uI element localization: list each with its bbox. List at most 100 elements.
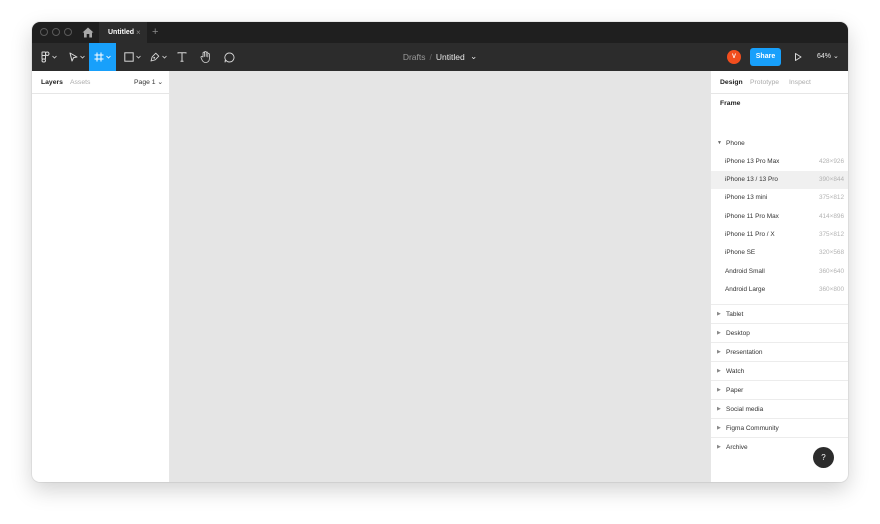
triangle-right-icon: ▶ [717,368,721,374]
tab-inspect[interactable]: Inspect [789,71,811,94]
present-play-icon[interactable] [792,51,804,63]
category-label: Presentation [726,349,763,356]
main-menu-icon [41,51,50,63]
device-size: 428×926 [818,158,844,165]
share-button[interactable]: Share [750,48,781,66]
file-tab-label: Untitled [108,29,135,36]
frame-heading: Frame [720,100,741,107]
category-desktop[interactable]: ▶ Desktop [711,323,848,342]
chevron-down-icon [106,55,111,59]
category-label: Desktop [726,330,750,337]
category-label: Social media [726,406,764,413]
text-icon [177,52,187,62]
home-icon[interactable] [82,27,94,38]
tab-layers[interactable]: Layers [41,71,63,94]
minimize-window-button[interactable] [52,28,60,36]
breadcrumb-separator: / [429,52,432,62]
triangle-right-icon: ▶ [717,444,721,450]
tab-prototype[interactable]: Prototype [750,71,779,94]
triangle-right-icon: ▶ [717,387,721,393]
chevron-down-icon [135,55,141,59]
frame-tool[interactable] [89,43,116,71]
hand-icon [200,51,210,63]
chevron-down-icon [161,55,167,59]
device-name: Android Large [725,286,766,293]
app-window: Untitled × + Drafts / Untitled ⌄ V Share… [32,22,848,482]
main-menu-button[interactable] [37,43,61,71]
move-icon [69,52,78,62]
device-size: 390×844 [818,176,844,183]
design-panel: Design Prototype Inspect Frame ▼ Phone i… [710,71,848,482]
triangle-right-icon: ▶ [717,330,721,336]
device-size: 320×568 [818,249,844,256]
category-label: Tablet [726,311,744,318]
maximize-window-button[interactable] [64,28,72,36]
hand-tool[interactable] [194,43,216,71]
device-name: iPhone 13 Pro Max [725,158,780,165]
text-tool[interactable] [172,43,192,71]
file-menu-chevron-icon[interactable]: ⌄ [470,42,477,70]
device-name: iPhone 11 Pro Max [725,213,779,220]
triangle-right-icon: ▶ [717,425,721,431]
category-social-media[interactable]: ▶ Social media [711,399,848,418]
category-figma-community[interactable]: ▶ Figma Community [711,418,848,437]
device-size: 360×640 [818,268,844,275]
device-preset[interactable]: iPhone 13 / 13 Pro 390×844 [711,171,848,189]
frame-icon [94,52,104,62]
category-label: Watch [726,368,745,375]
triangle-right-icon: ▶ [717,311,721,317]
device-preset[interactable]: iPhone SE 320×568 [711,244,848,262]
device-name: iPhone SE [725,249,756,256]
user-avatar[interactable]: V [727,50,741,64]
device-name: iPhone 11 Pro / X [725,231,775,238]
new-tab-icon[interactable]: + [152,22,158,43]
device-name: iPhone 13 / 13 Pro [725,176,778,183]
chevron-down-icon [52,55,57,59]
layers-panel: Layers Assets Page 1 ⌄ [32,71,170,482]
device-size: 375×812 [818,194,844,201]
category-watch[interactable]: ▶ Watch [711,361,848,380]
title-bar: Untitled × + [32,22,848,43]
pen-tool[interactable] [146,43,170,71]
comment-tool[interactable] [218,43,240,71]
triangle-right-icon: ▶ [717,349,721,355]
comment-icon [223,52,234,62]
category-tablet[interactable]: ▶ Tablet [711,304,848,323]
category-label: Figma Community [726,425,779,432]
left-panel-tabs: Layers Assets Page 1 ⌄ [32,71,169,94]
right-panel-tabs: Design Prototype Inspect [711,71,848,94]
close-window-button[interactable] [40,28,48,36]
device-preset[interactable]: Android Large 360×800 [711,281,848,299]
category-label: Paper [726,387,744,394]
tab-close-icon[interactable]: × [136,22,141,43]
page-selector[interactable]: Page 1 ⌄ [134,71,163,94]
move-tool[interactable] [65,43,89,71]
zoom-dropdown[interactable]: 64% ⌄ [817,43,839,71]
triangle-right-icon: ▶ [717,406,721,412]
breadcrumb-drafts[interactable]: Drafts [403,52,426,62]
device-preset[interactable]: iPhone 13 mini 375×812 [711,189,848,207]
tab-assets[interactable]: Assets [70,71,90,94]
shape-icon [123,52,134,62]
triangle-down-icon: ▼ [717,140,722,146]
device-size: 360×800 [818,286,844,293]
group-phone-label: Phone [726,140,745,147]
toolbar: Drafts / Untitled ⌄ V Share 64% ⌄ [32,43,848,71]
device-preset[interactable]: Android Small 360×640 [711,263,848,281]
help-button[interactable]: ? [813,447,834,468]
device-name: iPhone 13 mini [725,194,768,201]
device-size: 375×812 [818,231,844,238]
canvas[interactable] [170,71,710,482]
category-label: Archive [726,444,748,451]
device-preset[interactable]: iPhone 11 Pro / X 375×812 [711,226,848,244]
device-name: Android Small [725,268,765,275]
device-preset[interactable]: iPhone 11 Pro Max 414×896 [711,208,848,226]
file-name[interactable]: Untitled [436,52,465,62]
tab-design[interactable]: Design [720,71,743,94]
category-paper[interactable]: ▶ Paper [711,380,848,399]
category-presentation[interactable]: ▶ Presentation [711,342,848,361]
shape-tool[interactable] [120,43,144,71]
device-preset[interactable]: iPhone 13 Pro Max 428×926 [711,153,848,171]
pen-icon [150,52,159,62]
group-phone[interactable]: ▼ Phone [711,134,848,153]
